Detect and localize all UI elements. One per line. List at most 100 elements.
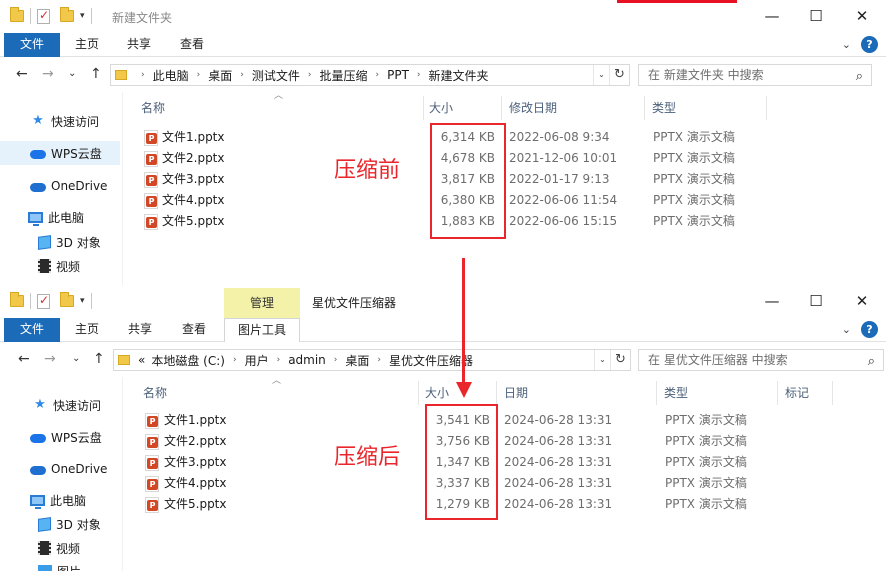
folder-icon[interactable] (10, 7, 24, 22)
breadcrumb-item[interactable]: 桌面 (208, 67, 232, 84)
file-name: 文件2.pptx (164, 434, 227, 448)
column-header-name[interactable]: 名称 (143, 381, 167, 405)
search-input[interactable]: 在 新建文件夹 中搜索 ⌕ (638, 64, 872, 86)
refresh-icon[interactable]: ↻ (609, 65, 629, 85)
sidebar-item-3d-objects[interactable]: 3D 对象 (0, 512, 120, 536)
size-highlight-box (430, 123, 506, 239)
close-button[interactable]: ✕ (849, 5, 875, 27)
breadcrumb-item[interactable]: 星优文件压缩器 (389, 352, 473, 369)
column-header-date[interactable]: 修改日期 (509, 96, 557, 120)
tab-view[interactable]: 查看 (166, 33, 218, 57)
back-button[interactable]: ← (16, 66, 28, 82)
recent-locations-button[interactable]: ⌄ (72, 353, 80, 364)
help-icon[interactable]: ? (861, 36, 878, 53)
breadcrumb-item[interactable]: 本地磁盘 (C:) (151, 352, 225, 369)
breadcrumb-item[interactable]: 桌面 (345, 352, 369, 369)
customize-toolbar-icon[interactable]: ▾ (80, 296, 85, 306)
column-header-size[interactable]: 大小 (429, 96, 453, 120)
toolbar-separator (30, 293, 31, 309)
close-button[interactable]: ✕ (849, 290, 875, 312)
new-folder-icon[interactable] (60, 292, 74, 307)
column-divider[interactable] (644, 96, 645, 120)
up-button[interactable]: ↑ (90, 66, 102, 82)
column-divider[interactable] (656, 381, 657, 405)
tab-picture-tools[interactable]: 图片工具 (224, 318, 300, 342)
breadcrumb-item[interactable]: 此电脑 (153, 67, 189, 84)
breadcrumb-separator[interactable]: › (417, 70, 421, 80)
tab-share[interactable]: 共享 (114, 318, 166, 342)
minimize-button[interactable]: — (759, 290, 785, 312)
breadcrumb-item[interactable]: 批量压缩 (319, 67, 367, 84)
ribbon-expand-icon[interactable]: ⌄ (842, 38, 851, 51)
search-placeholder: 在 星优文件压缩器 中搜索 (648, 353, 788, 367)
maximize-button[interactable]: ☐ (803, 290, 829, 312)
column-divider[interactable] (777, 381, 778, 405)
minimize-button[interactable]: — (759, 5, 785, 27)
search-icon[interactable]: ⌕ (856, 67, 863, 87)
address-bar[interactable]: « 本地磁盘 (C:) › 用户 › admin › 桌面 › 星优文件压缩器 … (113, 349, 631, 371)
column-header-type[interactable]: 类型 (664, 381, 688, 405)
help-icon[interactable]: ? (861, 321, 878, 338)
back-button[interactable]: ← (18, 351, 30, 367)
properties-icon[interactable] (37, 8, 50, 24)
address-dropdown-icon[interactable]: ⌄ (593, 65, 609, 85)
breadcrumb-separator[interactable]: › (376, 70, 380, 80)
column-divider[interactable] (496, 381, 497, 405)
properties-icon[interactable] (37, 293, 50, 309)
column-divider[interactable] (766, 96, 767, 120)
maximize-button[interactable]: ☐ (803, 5, 829, 27)
new-folder-icon[interactable] (60, 7, 74, 22)
recent-locations-button[interactable]: ⌄ (68, 68, 76, 79)
column-divider[interactable] (418, 381, 419, 405)
up-button[interactable]: ↑ (93, 351, 105, 367)
address-bar[interactable]: › 此电脑 › 桌面 › 测试文件 › 批量压缩 › PPT › 新建文件夹 ⌄… (110, 64, 630, 86)
sidebar-item-videos[interactable]: 视频 (0, 254, 120, 278)
tab-file[interactable]: 文件 (4, 33, 60, 57)
navigation-bar: ← → ⌄ ↑ › 此电脑 › 桌面 › 测试文件 › 批量压缩 › PPT ›… (0, 58, 886, 92)
sidebar-item-pictures[interactable]: 图片 (0, 559, 120, 571)
customize-toolbar-icon[interactable]: ▾ (80, 11, 85, 21)
column-header-type[interactable]: 类型 (652, 96, 676, 120)
address-dropdown-icon[interactable]: ⌄ (594, 350, 610, 370)
ribbon-expand-icon[interactable]: ⌄ (842, 323, 851, 336)
sidebar-item-3d-objects[interactable]: 3D 对象 (0, 230, 120, 254)
breadcrumb-overflow[interactable]: « (138, 353, 145, 367)
breadcrumb-separator[interactable]: › (377, 355, 381, 365)
breadcrumb-separator[interactable]: › (240, 70, 244, 80)
column-header-date[interactable]: 日期 (504, 381, 528, 405)
file-date: 2022-01-17 9:13 (509, 172, 610, 186)
column-header-name[interactable]: 名称 (141, 96, 165, 120)
breadcrumb-item[interactable]: 用户 (245, 352, 269, 369)
column-divider[interactable] (423, 96, 424, 120)
column-divider[interactable] (501, 96, 502, 120)
tab-home[interactable]: 主页 (62, 318, 112, 342)
search-input[interactable]: 在 星优文件压缩器 中搜索 ⌕ (638, 349, 884, 371)
column-header-size[interactable]: 大小 (425, 381, 449, 405)
search-icon[interactable]: ⌕ (868, 352, 875, 372)
forward-button[interactable]: → (42, 66, 54, 82)
breadcrumb-separator[interactable]: › (197, 70, 201, 80)
tab-home[interactable]: 主页 (62, 33, 112, 57)
breadcrumb-item[interactable]: admin (288, 353, 326, 367)
breadcrumb-separator[interactable]: › (334, 355, 338, 365)
tab-manage[interactable]: 管理 (224, 288, 300, 318)
breadcrumb-item[interactable]: 新建文件夹 (429, 67, 489, 84)
tab-file[interactable]: 文件 (4, 318, 60, 342)
folder-icon[interactable] (10, 292, 24, 307)
file-date: 2024-06-28 13:31 (504, 497, 613, 511)
breadcrumb-separator[interactable]: › (277, 355, 281, 365)
breadcrumb-item[interactable]: 测试文件 (252, 67, 300, 84)
tab-share[interactable]: 共享 (114, 33, 164, 57)
file-date: 2024-06-28 13:31 (504, 476, 613, 490)
film-icon (38, 259, 51, 273)
breadcrumb-separator[interactable]: › (233, 355, 237, 365)
star-icon: ★ (32, 113, 44, 128)
tab-view[interactable]: 查看 (168, 318, 220, 342)
forward-button[interactable]: → (44, 351, 56, 367)
refresh-icon[interactable]: ↻ (610, 350, 630, 370)
breadcrumb-item[interactable]: PPT (387, 68, 409, 82)
sidebar-item-videos[interactable]: 视频 (0, 536, 120, 560)
breadcrumb-separator[interactable]: › (308, 70, 312, 80)
column-header-tags[interactable]: 标记 (785, 381, 809, 405)
column-divider[interactable] (832, 381, 833, 405)
